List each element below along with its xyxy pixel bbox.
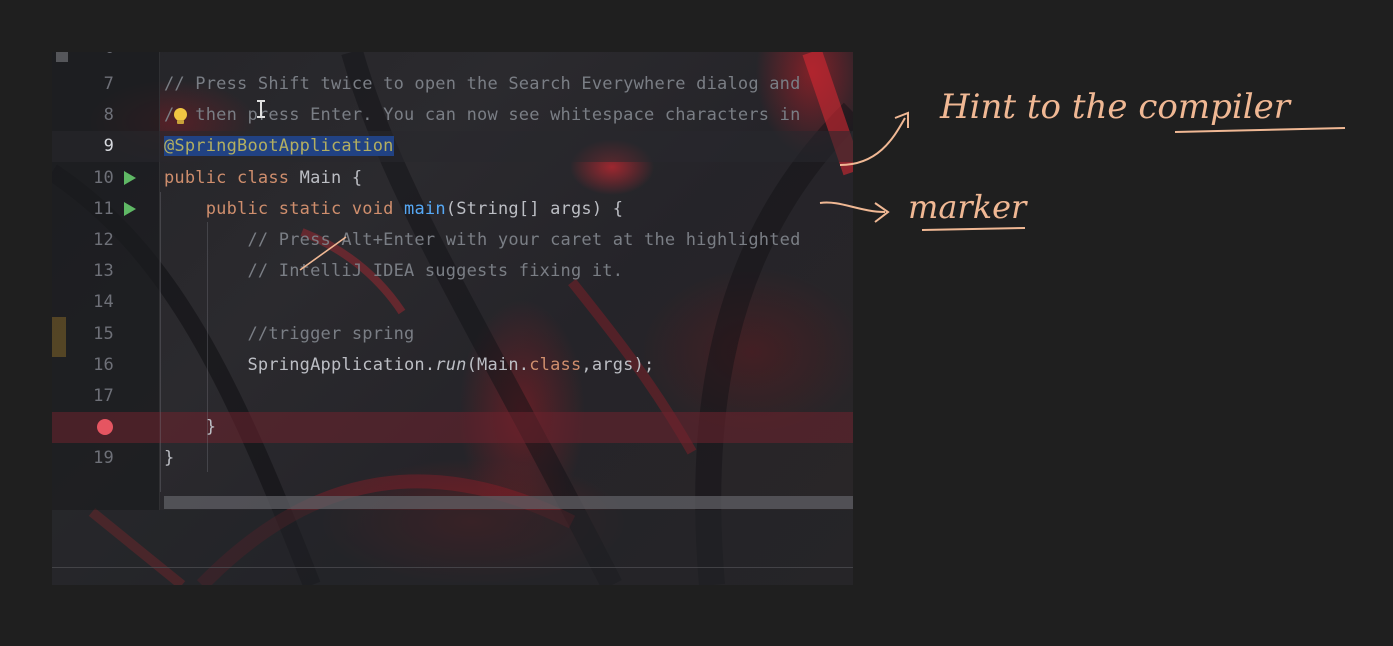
- indent-guide: [160, 192, 161, 492]
- code-token: (String[] args) {: [445, 198, 624, 219]
- code-token: public static void: [164, 198, 394, 219]
- line-number: 11: [93, 198, 114, 219]
- code-token: /: [164, 105, 175, 126]
- code-text: public class Main {: [164, 163, 362, 194]
- code-token: @SpringBootApplication: [164, 136, 394, 157]
- line-number: 14: [93, 292, 114, 313]
- divider: [52, 567, 853, 568]
- line-number: 15: [93, 323, 114, 344]
- indent-guide: [207, 222, 208, 472]
- text-cursor: [257, 100, 265, 118]
- code-token: Main {: [289, 167, 363, 188]
- code-token: }: [164, 417, 217, 438]
- code-token: public class: [164, 167, 290, 188]
- code-line[interactable]: 16 SpringApplication.run(Main.class,args…: [52, 350, 853, 381]
- code-line[interactable]: 7 // Press Shift twice to open the Search…: [52, 69, 853, 100]
- marker-underline: [921, 227, 1026, 231]
- code-text: SpringApplication.run(Main.class,args);: [164, 350, 654, 381]
- code-token: main: [404, 198, 446, 219]
- code-token: //trigger spring: [164, 323, 415, 344]
- code-line[interactable]: 10 public class Main {: [52, 163, 853, 194]
- code-token: SpringApplication.: [164, 354, 436, 375]
- hint-arrowhead: [894, 111, 909, 128]
- code-line[interactable]: }: [52, 412, 853, 444]
- run-icon[interactable]: [124, 201, 136, 216]
- line-number: 16: [93, 354, 114, 375]
- code-token: }: [164, 448, 175, 469]
- marker-annotation: marker: [908, 188, 1028, 226]
- line-number: 7: [103, 74, 114, 94]
- horizontal-scrollbar[interactable]: [164, 496, 853, 509]
- marker-arrowhead: [874, 202, 890, 223]
- line-number: 19: [93, 448, 114, 469]
- hint-underline: [1174, 127, 1346, 133]
- code-text: public static void main(String[] args) {: [164, 194, 623, 225]
- breakpoint-icon[interactable]: [97, 419, 113, 436]
- code-token: then press Enter. You can now see whites…: [174, 105, 801, 126]
- code-line[interactable]: 15 //trigger spring: [52, 319, 853, 350]
- code-token: run: [435, 354, 467, 375]
- code-line[interactable]: 14: [52, 287, 853, 318]
- hint-annotation: Hint to the compiler: [939, 87, 1292, 127]
- code-line[interactable]: 17: [52, 381, 853, 412]
- run-icon[interactable]: [124, 170, 136, 185]
- code-line[interactable]: 13 // IntelliJ IDEA suggests fixing it.: [52, 256, 853, 287]
- code-token: // Press Shift twice to open the Search …: [164, 74, 801, 94]
- code-line[interactable]: 11 public static void main(String[] args…: [52, 194, 853, 225]
- editor-bottom-area: [52, 510, 853, 585]
- code-text: // IntelliJ IDEA suggests fixing it.: [164, 256, 623, 287]
- code-token: class: [529, 354, 582, 375]
- line-number: 12: [93, 230, 114, 250]
- code-editor[interactable]: 6 7// Press Shift twice to open the Sear…: [52, 52, 853, 585]
- code-token: // IntelliJ IDEA suggests fixing it.: [164, 261, 624, 282]
- code-token: // Press Alt+Enter with your caret at th…: [164, 230, 801, 250]
- code-text: // Press Alt+Enter with your caret at th…: [164, 225, 801, 256]
- code-line[interactable]: 9 @SpringBootApplication: [52, 131, 853, 163]
- code-text: //trigger spring: [164, 319, 414, 350]
- line-number: 9: [103, 136, 114, 157]
- code-token: ,args);: [581, 354, 655, 375]
- code-line[interactable]: 12 // Press Alt+Enter with your caret at…: [52, 225, 853, 256]
- code-token: (Main.: [466, 354, 530, 375]
- code-line[interactable]: 8 / then press Enter. You can now see whi…: [52, 100, 853, 131]
- code-line[interactable]: 19}: [52, 443, 853, 474]
- line-number: 13: [93, 261, 114, 282]
- code-area[interactable]: 7 // Press Shift twice to open the Search…: [52, 52, 853, 510]
- line-number: 10: [93, 167, 114, 188]
- code-text: // Press Shift twice to open the Search …: [164, 69, 801, 100]
- code-text: }: [164, 443, 174, 474]
- code-text: @SpringBootApplication: [164, 131, 394, 162]
- code-text: }: [164, 412, 216, 443]
- line-number: 8: [103, 105, 114, 126]
- line-number: 17: [93, 386, 114, 406]
